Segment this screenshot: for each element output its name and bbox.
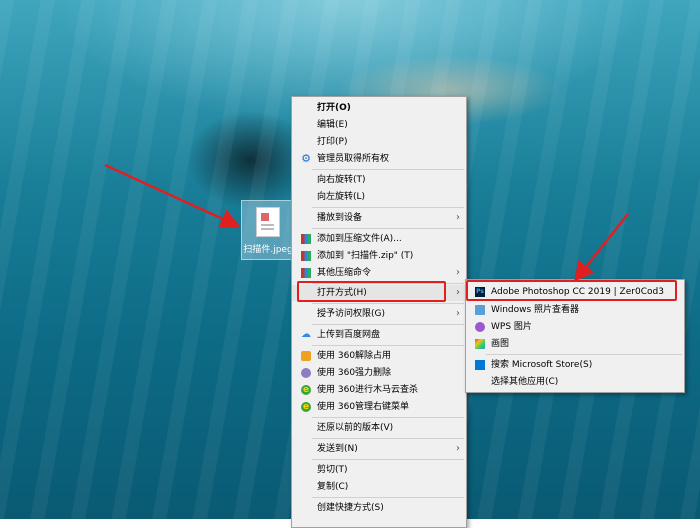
- annotation-arrows: [104, 163, 629, 282]
- arrow-to-photoshop: [573, 213, 629, 282]
- arrow-to-file-icon: [104, 163, 241, 228]
